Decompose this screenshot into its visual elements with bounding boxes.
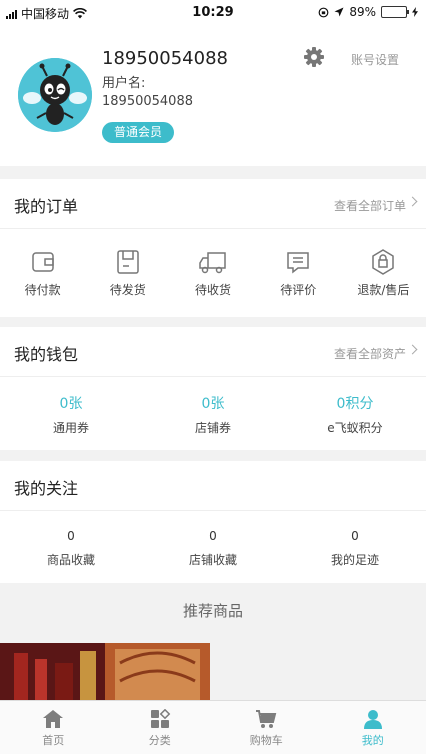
status-bar: 中国移动 10:29 89% bbox=[0, 0, 426, 26]
ant-mascot-icon bbox=[18, 58, 92, 132]
bottom-tab-bar: 首页 分类 购物车 我的 bbox=[0, 700, 426, 754]
tab-category[interactable]: 分类 bbox=[107, 701, 214, 754]
order-refund-label: 退款/售后 bbox=[357, 283, 410, 297]
wallet-general-coupons[interactable]: 0张 通用券 bbox=[0, 377, 142, 449]
location-icon bbox=[334, 7, 344, 17]
follow-store-favorites[interactable]: 0 店铺收藏 bbox=[142, 511, 284, 583]
follow-history-label: 我的足迹 bbox=[330, 553, 379, 567]
avatar[interactable] bbox=[18, 58, 92, 132]
tab-mine[interactable]: 我的 bbox=[320, 701, 426, 754]
follow-store-favorites-count: 0 bbox=[209, 529, 217, 543]
follow-product-favorites-count: 0 bbox=[67, 529, 75, 543]
home-icon bbox=[43, 710, 64, 728]
follow-history-count: 0 bbox=[351, 529, 359, 543]
product-image bbox=[0, 643, 210, 700]
cart-icon bbox=[256, 710, 277, 728]
refund-icon bbox=[372, 249, 395, 275]
wallet-section: 我的钱包 查看全部资产 0张 通用券 0张 店铺券 0积分 e飞蚁积分 bbox=[0, 327, 426, 450]
order-pending-review[interactable]: 待评价 bbox=[256, 229, 341, 317]
follow-store-favorites-label: 店铺收藏 bbox=[188, 553, 237, 567]
wallet-title: 我的钱包 bbox=[14, 345, 79, 364]
battery-icon bbox=[381, 6, 409, 18]
product-thumbnail[interactable] bbox=[0, 643, 210, 700]
wallet-store-coupons-label: 店铺券 bbox=[194, 421, 231, 435]
wallet-points[interactable]: 0积分 e飞蚁积分 bbox=[284, 377, 426, 449]
orientation-lock-icon bbox=[318, 7, 329, 17]
tab-mine-label: 我的 bbox=[361, 734, 384, 747]
wallet-store-coupons[interactable]: 0张 店铺券 bbox=[142, 377, 284, 449]
account-settings-link[interactable]: 账号设置 bbox=[351, 51, 399, 68]
comment-icon bbox=[287, 252, 309, 274]
view-all-orders-link[interactable]: 查看全部订单 bbox=[334, 197, 406, 214]
status-right: 89% bbox=[318, 5, 418, 19]
order-pending-receipt-label: 待收货 bbox=[195, 283, 232, 297]
follow-history[interactable]: 0 我的足迹 bbox=[284, 511, 426, 583]
tab-home-label: 首页 bbox=[42, 734, 65, 747]
follow-product-favorites[interactable]: 0 商品收藏 bbox=[0, 511, 142, 583]
follows-header: 我的关注 bbox=[0, 461, 426, 511]
order-pending-review-label: 待评价 bbox=[280, 283, 317, 297]
orders-section: 我的订单 查看全部订单 待付款 待发货 待收货 待评价 退款/售后 bbox=[0, 179, 426, 317]
username-label: 用户名: bbox=[102, 76, 146, 91]
wallet-general-coupons-label: 通用券 bbox=[52, 421, 89, 435]
recommend-title: 推荐商品 bbox=[182, 602, 243, 620]
order-pending-receipt[interactable]: 待收货 bbox=[170, 229, 255, 317]
order-pending-shipment-label: 待发货 bbox=[109, 283, 146, 297]
package-icon bbox=[117, 250, 139, 274]
wallet-store-coupons-value: 0张 bbox=[201, 396, 225, 412]
wallet-header[interactable]: 我的钱包 查看全部资产 bbox=[0, 327, 426, 377]
battery-percent: 89% bbox=[349, 5, 376, 19]
gear-icon[interactable] bbox=[303, 46, 325, 68]
chevron-right-icon bbox=[407, 344, 418, 355]
truck-icon bbox=[199, 252, 226, 274]
wallet-icon bbox=[31, 252, 54, 272]
order-pending-shipment[interactable]: 待发货 bbox=[85, 229, 170, 317]
follows-title: 我的关注 bbox=[14, 479, 79, 498]
tab-home[interactable]: 首页 bbox=[0, 701, 107, 754]
category-icon bbox=[150, 709, 171, 728]
charging-icon bbox=[412, 7, 418, 17]
follow-product-favorites-label: 商品收藏 bbox=[46, 553, 95, 567]
wallet-points-value: 0积分 bbox=[336, 396, 374, 412]
username-value: 18950054088 bbox=[102, 94, 193, 109]
orders-header[interactable]: 我的订单 查看全部订单 bbox=[0, 179, 426, 229]
follows-section: 我的关注 0 商品收藏 0 店铺收藏 0 我的足迹 bbox=[0, 461, 426, 583]
tab-cart-label: 购物车 bbox=[249, 734, 283, 747]
member-badge: 普通会员 bbox=[102, 122, 175, 143]
orders-title: 我的订单 bbox=[14, 197, 79, 216]
profile-phone: 18950054088 bbox=[102, 48, 228, 69]
wallet-general-coupons-value: 0张 bbox=[59, 396, 83, 412]
tab-cart[interactable]: 购物车 bbox=[213, 701, 320, 754]
wallet-points-label: e飞蚁积分 bbox=[327, 421, 383, 435]
view-all-assets-link[interactable]: 查看全部资产 bbox=[334, 345, 406, 362]
chevron-right-icon bbox=[407, 196, 418, 207]
order-refund[interactable]: 退款/售后 bbox=[341, 229, 426, 317]
profile-header: 18950054088 用户名: 18950054088 普通会员 账号设置 bbox=[0, 26, 426, 166]
order-pending-payment-label: 待付款 bbox=[24, 283, 61, 297]
user-icon bbox=[363, 710, 382, 729]
tab-category-label: 分类 bbox=[148, 734, 171, 747]
order-pending-payment[interactable]: 待付款 bbox=[0, 229, 85, 317]
